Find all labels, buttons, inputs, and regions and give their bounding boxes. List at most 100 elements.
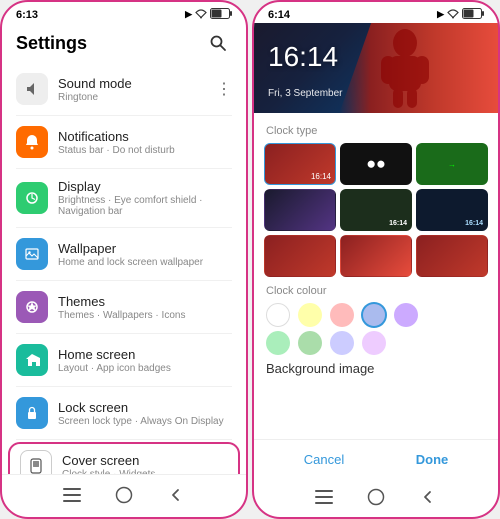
color-swatch-blue[interactable] <box>362 303 386 327</box>
cancel-button[interactable]: Cancel <box>288 448 360 471</box>
clock-thumb-1[interactable]: 16:14 <box>264 143 336 185</box>
wifi-icon <box>195 9 207 21</box>
clock-thumb-2[interactable]: ⬤ ⬤ <box>340 143 412 185</box>
search-button[interactable] <box>204 29 232 57</box>
right-home-button[interactable] <box>364 485 388 509</box>
clock-thumb-1-time: 16:14 <box>311 172 331 181</box>
left-time: 6:13 <box>16 9 38 21</box>
clock-thumb-7[interactable] <box>264 235 336 277</box>
sound-mode-dots: ⋮ <box>216 79 232 99</box>
right-wifi-icon <box>447 9 459 21</box>
setting-item-sound-mode[interactable]: Sound mode Ringtone ⋮ <box>2 65 246 113</box>
home-screen-icon <box>16 344 48 376</box>
wallpaper-icon <box>16 238 48 270</box>
sound-mode-name: Sound mode <box>58 76 232 91</box>
color-swatch-mint[interactable] <box>266 331 290 355</box>
action-buttons: Cancel Done <box>254 439 498 479</box>
left-nav-bar <box>2 474 246 517</box>
left-menu-button[interactable] <box>60 483 84 507</box>
lock-screen-text: Lock screen Screen lock type · Always On… <box>58 400 232 427</box>
clock-thumb-5[interactable]: 16:14 <box>340 189 412 231</box>
divider-3 <box>16 227 232 228</box>
cover-screen-desc: Clock style · Widgets <box>62 469 228 475</box>
right-status-bar: 6:14 ▶ <box>254 2 498 23</box>
setting-item-themes[interactable]: Themes Themes · Wallpapers · Icons <box>2 283 246 331</box>
themes-name: Themes <box>58 294 232 309</box>
bg-image-label: Background image <box>266 361 486 376</box>
divider-4 <box>16 280 232 281</box>
setting-item-wallpaper[interactable]: Wallpaper Home and lock screen wallpaper <box>2 230 246 278</box>
color-swatch-lavender[interactable] <box>330 331 354 355</box>
color-row-2 <box>264 331 488 355</box>
done-button[interactable]: Done <box>400 448 465 471</box>
color-row-1 <box>264 303 488 327</box>
battery-icon <box>210 8 232 21</box>
setting-item-display[interactable]: Display Brightness · Eye comfort shield … <box>2 171 246 225</box>
right-panel: 6:14 ▶ 16:14 Fri, 3 September <box>252 0 500 519</box>
cover-screen-text: Cover screen Clock style · Widgets <box>62 453 228 475</box>
clock-type-label: Clock type <box>266 125 486 137</box>
lock-screen-name: Lock screen <box>58 400 232 415</box>
cover-date: Fri, 3 September <box>268 88 342 99</box>
right-signal-icon: ▶ <box>437 9 444 20</box>
setting-item-cover-screen[interactable]: Cover screen Clock style · Widgets <box>8 442 240 474</box>
left-home-button[interactable] <box>112 483 136 507</box>
notifications-text: Notifications Status bar · Do not distur… <box>58 129 232 156</box>
divider-6 <box>16 386 232 387</box>
clock-thumb-8[interactable] <box>340 235 412 277</box>
cover-screen-icon <box>20 450 52 474</box>
setting-item-home-screen[interactable]: Home screen Layout · App icon badges <box>2 336 246 384</box>
sound-mode-icon <box>16 73 48 105</box>
right-battery-icon <box>462 8 484 21</box>
display-desc: Brightness · Eye comfort shield · Naviga… <box>58 195 232 217</box>
clock-thumb-6-time: 16:14 <box>465 220 483 227</box>
cover-screen-name: Cover screen <box>62 453 228 468</box>
clock-thumb-9[interactable] <box>416 235 488 277</box>
clock-grid: 16:14 ⬤ ⬤ → 16:14 16:14 <box>264 143 488 277</box>
notifications-desc: Status bar · Do not disturb <box>58 145 232 156</box>
settings-list: Sound mode Ringtone ⋮ Notifications Stat… <box>2 65 246 474</box>
color-swatch-pink[interactable] <box>330 303 354 327</box>
right-menu-button[interactable] <box>312 485 336 509</box>
clock-thumb-3[interactable]: → <box>416 143 488 185</box>
cover-time: 16:14 <box>268 41 338 73</box>
clock-thumb-5-time: 16:14 <box>389 220 407 227</box>
display-name: Display <box>58 179 232 194</box>
left-panel: 6:13 ▶ Settings Sound mode Ringtone <box>0 0 248 519</box>
home-screen-desc: Layout · App icon badges <box>58 363 232 374</box>
cover-preview: 16:14 Fri, 3 September <box>254 23 498 113</box>
wallpaper-desc: Home and lock screen wallpaper <box>58 257 232 268</box>
divider-2 <box>16 168 232 169</box>
color-swatch-white[interactable] <box>266 303 290 327</box>
color-swatch-yellow[interactable] <box>298 303 322 327</box>
themes-desc: Themes · Wallpapers · Icons <box>58 310 232 321</box>
spiderman-figure <box>332 23 478 113</box>
sound-mode-text: Sound mode Ringtone <box>58 76 232 103</box>
notifications-name: Notifications <box>58 129 232 144</box>
display-text: Display Brightness · Eye comfort shield … <box>58 179 232 217</box>
lock-screen-icon <box>16 397 48 429</box>
right-content: Clock type 16:14 ⬤ ⬤ → 16:14 16:14 <box>254 113 498 439</box>
settings-header: Settings <box>2 23 246 65</box>
right-time: 6:14 <box>268 9 290 21</box>
setting-item-lock-screen[interactable]: Lock screen Screen lock type · Always On… <box>2 389 246 437</box>
right-nav-bar <box>254 479 498 517</box>
right-back-button[interactable] <box>416 485 440 509</box>
themes-text: Themes Themes · Wallpapers · Icons <box>58 294 232 321</box>
color-swatch-lilac[interactable] <box>362 331 386 355</box>
clock-thumb-6[interactable]: 16:14 <box>416 189 488 231</box>
clock-thumb-4[interactable] <box>264 189 336 231</box>
sound-mode-desc: Ringtone <box>58 92 232 103</box>
home-screen-name: Home screen <box>58 347 232 362</box>
setting-item-notifications[interactable]: Notifications Status bar · Do not distur… <box>2 118 246 166</box>
clock-thumb-3-time: → <box>448 160 456 169</box>
wallpaper-text: Wallpaper Home and lock screen wallpaper <box>58 241 232 268</box>
color-swatch-purple[interactable] <box>394 303 418 327</box>
color-swatch-green[interactable] <box>298 331 322 355</box>
left-back-button[interactable] <box>164 483 188 507</box>
display-icon <box>16 182 48 214</box>
notifications-icon <box>16 126 48 158</box>
divider-5 <box>16 333 232 334</box>
settings-title: Settings <box>16 33 87 54</box>
wallpaper-name: Wallpaper <box>58 241 232 256</box>
